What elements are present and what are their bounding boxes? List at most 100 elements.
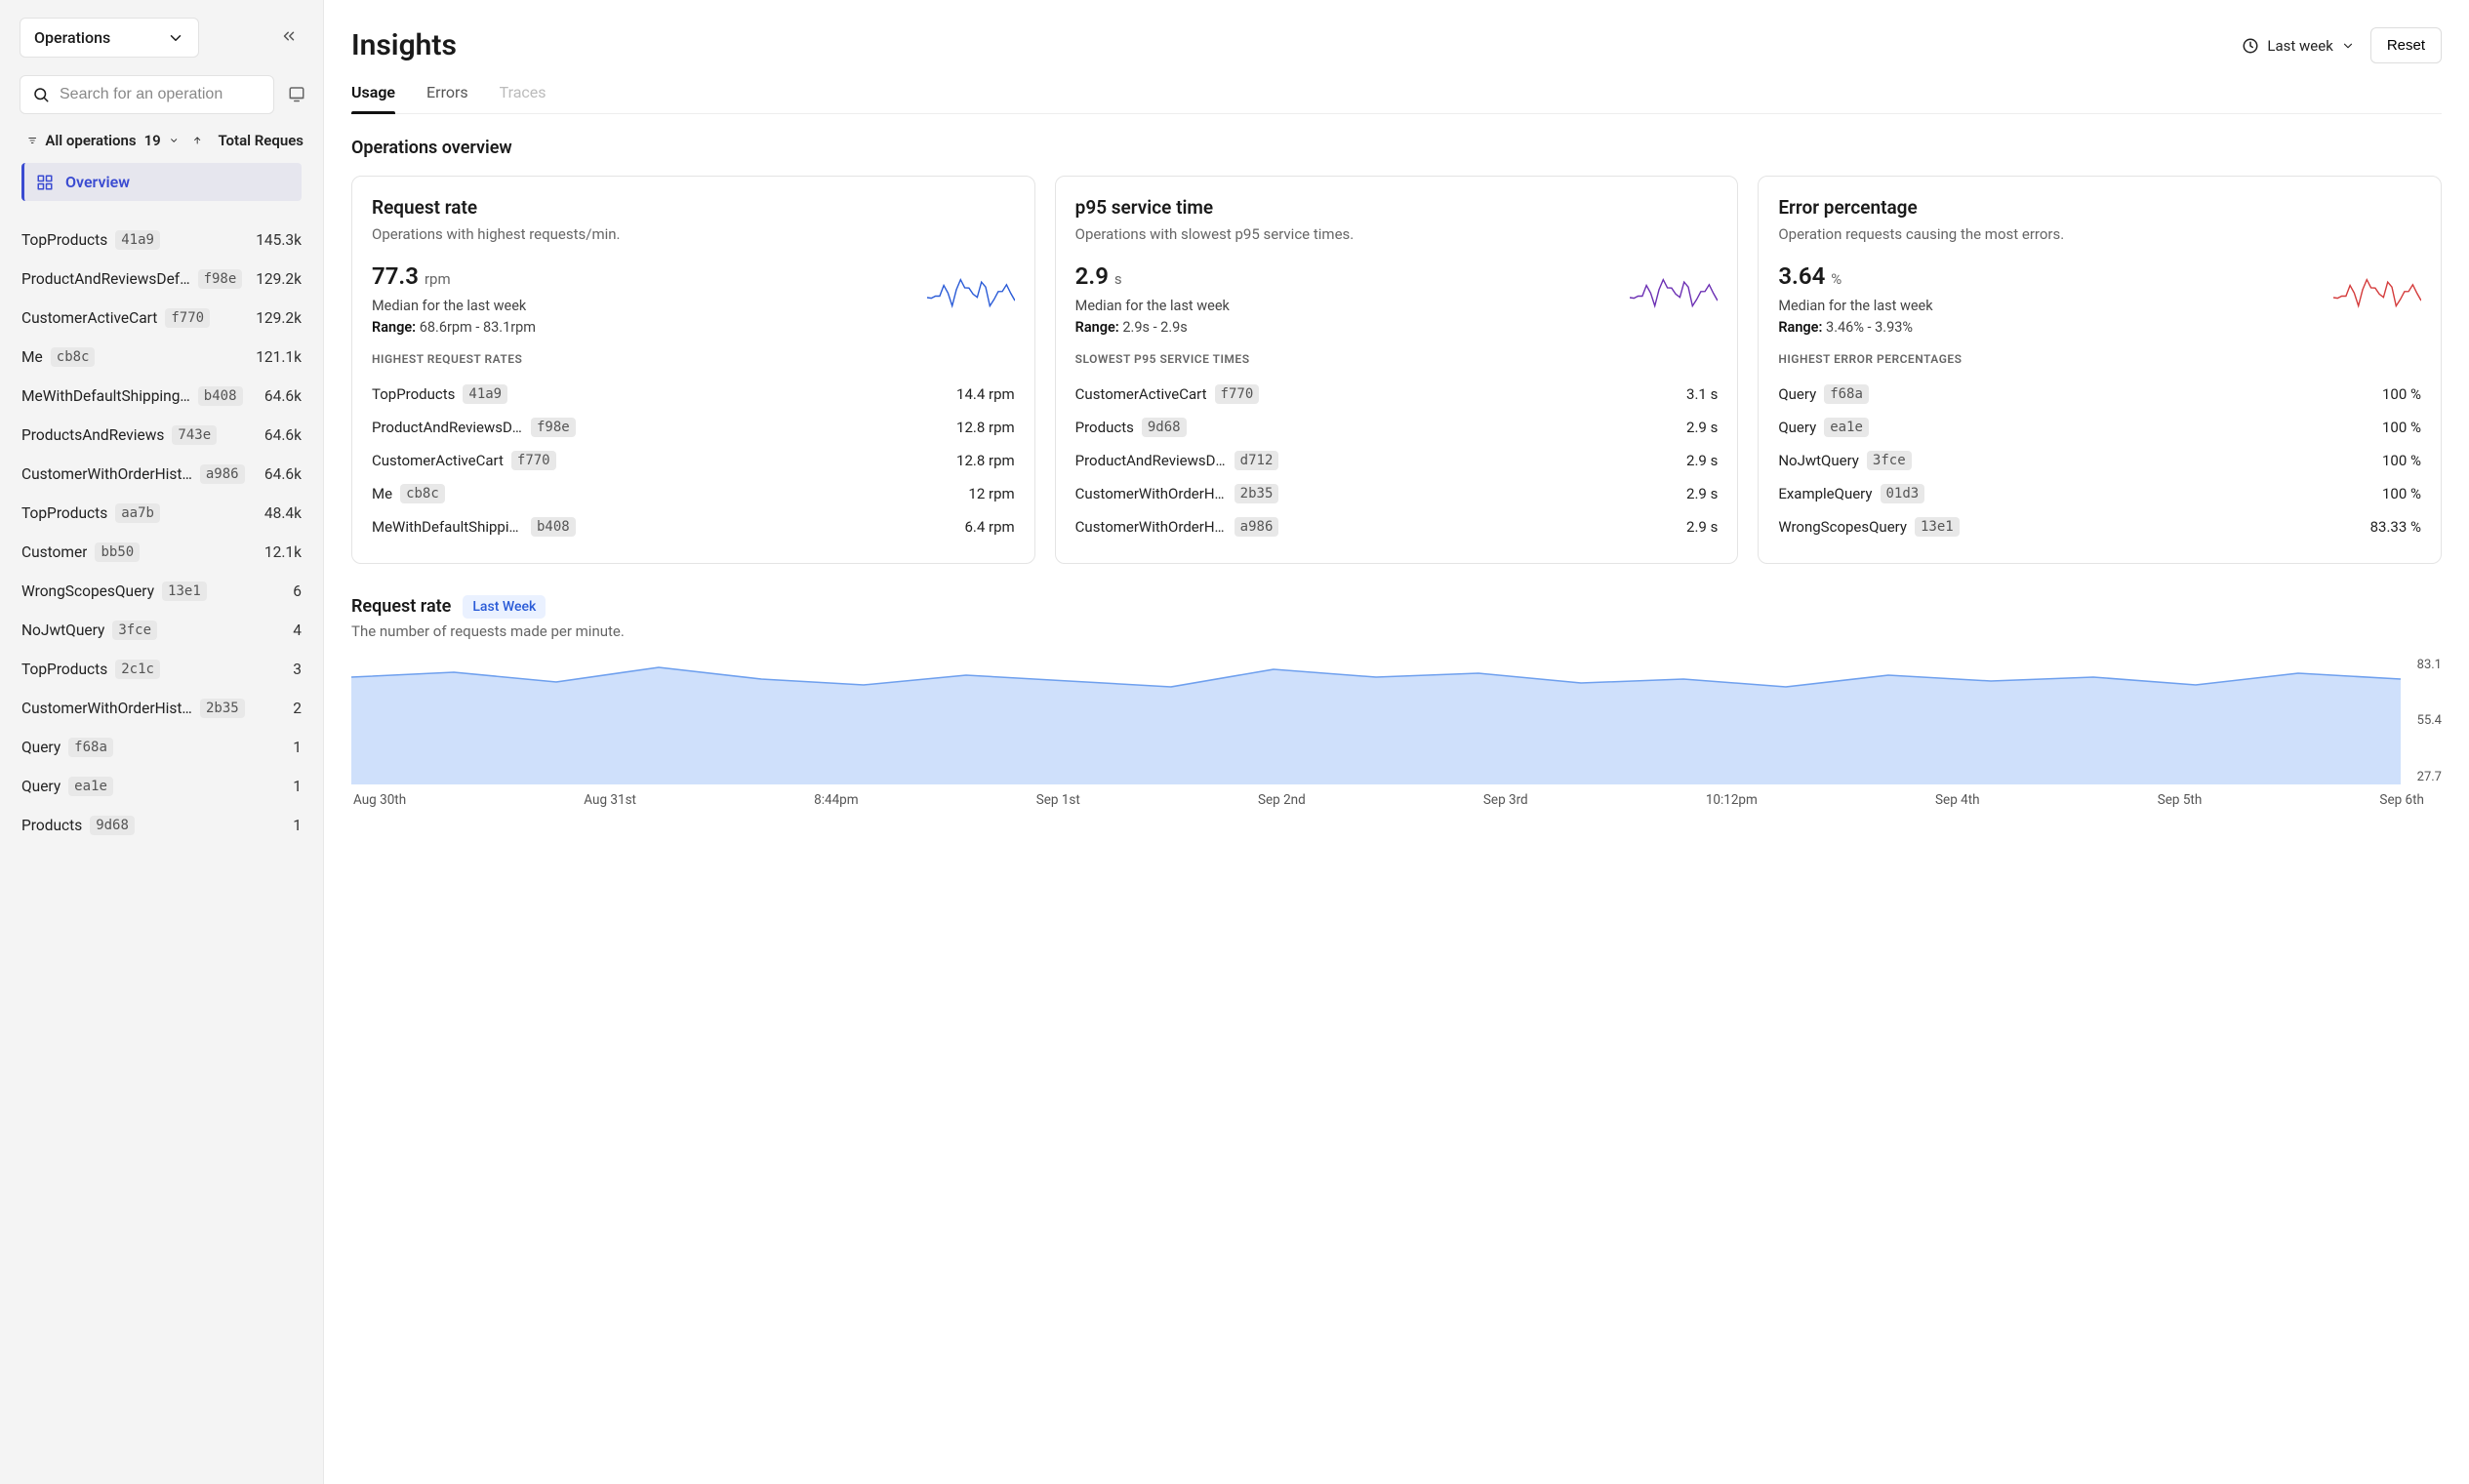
operation-hash: cb8c <box>51 347 96 367</box>
search-input[interactable] <box>60 86 262 103</box>
sidebar-operation-item[interactable]: Customer bb50 12.1k <box>21 533 302 572</box>
operation-name: TopProducts <box>21 661 107 678</box>
range-value: 2.9s - 2.9s <box>1122 319 1187 336</box>
card-list-item[interactable]: WrongScopesQuery 13e1 83.33 % <box>1778 510 2421 543</box>
card-list-item[interactable]: CustomerWithOrderHistory a986 2.9 s <box>1075 510 1719 543</box>
sidebar-operation-item[interactable]: CustomerWithOrderHist… a986 64.6k <box>21 455 302 494</box>
operation-value: 145.3k <box>256 231 302 249</box>
sidebar-operation-item[interactable]: Query ea1e 1 <box>21 767 302 806</box>
collapse-icon <box>280 27 298 45</box>
sidebar-operation-item[interactable]: TopProducts aa7b 48.4k <box>21 494 302 533</box>
card-subtitle: Operations with slowest p95 service time… <box>1075 224 1719 245</box>
filter-label: All operations <box>45 132 136 149</box>
sidebar-operation-item[interactable]: Query f68a 1 <box>21 728 302 767</box>
x-tick: Sep 3rd <box>1483 792 1528 808</box>
sidebar-operation-item[interactable]: ProductsAndReviews 743e 64.6k <box>21 416 302 455</box>
operation-value: 64.6k <box>264 465 302 483</box>
sort-arrow-up-icon[interactable] <box>192 133 202 148</box>
x-tick: Sep 5th <box>2158 792 2203 808</box>
chevron-down-icon[interactable] <box>169 133 179 148</box>
sidebar-operation-item[interactable]: MeWithDefaultShipping… b408 64.6k <box>21 377 302 416</box>
card-request_rate: Request rate Operations with highest req… <box>351 176 1035 564</box>
time-range-picker[interactable]: Last week <box>2242 37 2354 55</box>
y-tick: 55.4 <box>2407 713 2442 728</box>
card-list-heading: SLOWEST P95 SERVICE TIMES <box>1075 352 1719 366</box>
section-title: Operations overview <box>351 138 2442 158</box>
sidebar-operation-item[interactable]: NoJwtQuery 3fce 4 <box>21 611 302 650</box>
item-hash: f98e <box>531 418 576 437</box>
card-list-item[interactable]: CustomerWithOrderHistory 2b35 2.9 s <box>1075 477 1719 510</box>
chart-time-badge: Last Week <box>463 595 546 619</box>
item-name: CustomerActiveCart <box>1075 385 1207 403</box>
sparkline <box>1630 262 1718 321</box>
operation-name: TopProducts <box>21 504 107 522</box>
card-list-item[interactable]: ProductAndReviewsDef… f98e 12.8 rpm <box>372 411 1015 444</box>
y-tick: 83.1 <box>2407 658 2442 672</box>
search-box[interactable] <box>20 75 274 114</box>
x-tick: Sep 2nd <box>1258 792 1306 808</box>
chart-title: Request rate <box>351 596 451 617</box>
y-tick: 27.7 <box>2407 770 2442 784</box>
range-value: 68.6rpm - 83.1rpm <box>420 319 536 336</box>
item-hash: 13e1 <box>1915 517 1960 537</box>
tab-errors[interactable]: Errors <box>426 71 468 113</box>
panel-icon <box>288 85 305 102</box>
sidebar-operation-item[interactable]: Me cb8c 121.1k <box>21 338 302 377</box>
operation-name: ProductAndReviewsDef… <box>21 270 190 288</box>
metric-value: 77.3 <box>372 262 419 290</box>
card-list-item[interactable]: MeWithDefaultShipping… b408 6.4 rpm <box>372 510 1015 543</box>
median-label: Median for the last week <box>372 296 915 317</box>
card-list-item[interactable]: NoJwtQuery 3fce 100 % <box>1778 444 2421 477</box>
operation-name: TopProducts <box>21 231 107 249</box>
sidebar-operation-item[interactable]: CustomerActiveCart f770 129.2k <box>21 299 302 338</box>
card-list-item[interactable]: Query f68a 100 % <box>1778 378 2421 411</box>
sidebar-panel-button[interactable] <box>284 81 309 109</box>
sidebar-operation-item[interactable]: WrongScopesQuery 13e1 6 <box>21 572 302 611</box>
operations-selector[interactable]: Operations <box>20 18 199 58</box>
time-range-label: Last week <box>2267 37 2332 55</box>
request-rate-chart[interactable] <box>351 658 2401 784</box>
operation-value: 1 <box>293 778 302 795</box>
item-name: Query <box>1778 419 1816 436</box>
card-list-item[interactable]: ExampleQuery 01d3 100 % <box>1778 477 2421 510</box>
sidebar-item-overview[interactable]: Overview <box>21 163 302 201</box>
operation-value: 2 <box>293 700 302 717</box>
operation-hash: f770 <box>165 308 210 328</box>
search-icon <box>32 86 50 103</box>
sidebar-operation-item[interactable]: TopProducts 2c1c 3 <box>21 650 302 689</box>
sort-column-label[interactable]: Total Reques <box>218 132 304 149</box>
reset-button[interactable]: Reset <box>2370 27 2442 63</box>
item-hash: b408 <box>531 517 576 537</box>
card-list-item[interactable]: Products 9d68 2.9 s <box>1075 411 1719 444</box>
tab-usage[interactable]: Usage <box>351 71 395 113</box>
sidebar-operation-item[interactable]: Products 9d68 1 <box>21 806 302 845</box>
range-label: Range: <box>1778 319 1822 336</box>
card-title: p95 service time <box>1075 196 1719 219</box>
card-list-item[interactable]: CustomerActiveCart f770 3.1 s <box>1075 378 1719 411</box>
item-value: 2.9 s <box>1686 419 1718 436</box>
card-list-item[interactable]: CustomerActiveCart f770 12.8 rpm <box>372 444 1015 477</box>
item-name: CustomerWithOrderHistory <box>1075 518 1227 536</box>
sidebar-operation-item[interactable]: ProductAndReviewsDef… f98e 129.2k <box>21 260 302 299</box>
sidebar-operation-item[interactable]: TopProducts 41a9 145.3k <box>21 221 302 260</box>
card-list-item[interactable]: Query ea1e 100 % <box>1778 411 2421 444</box>
operation-value: 6 <box>293 582 302 600</box>
item-name: NoJwtQuery <box>1778 452 1859 469</box>
item-value: 6.4 rpm <box>964 518 1014 536</box>
collapse-sidebar-button[interactable] <box>274 21 304 54</box>
item-hash: ea1e <box>1824 418 1869 437</box>
operations-list: Overview TopProducts 41a9 145.3k Product… <box>0 163 323 1484</box>
x-tick: Sep 4th <box>1935 792 1980 808</box>
operation-name: Me <box>21 348 43 366</box>
operation-hash: 2b35 <box>200 699 245 718</box>
filter-icon[interactable] <box>27 133 37 148</box>
card-list-item[interactable]: Me cb8c 12 rpm <box>372 477 1015 510</box>
item-hash: f770 <box>511 451 556 470</box>
sidebar: Operations All operations 19 <box>0 0 324 1484</box>
operation-name: NoJwtQuery <box>21 622 104 639</box>
clock-icon <box>2242 37 2259 55</box>
sidebar-operation-item[interactable]: CustomerWithOrderHistory 2b35 2 <box>21 689 302 728</box>
operation-hash: 9d68 <box>90 816 135 835</box>
card-list-item[interactable]: TopProducts 41a9 14.4 rpm <box>372 378 1015 411</box>
card-list-item[interactable]: ProductAndReviewsDeferred d712 2.9 s <box>1075 444 1719 477</box>
